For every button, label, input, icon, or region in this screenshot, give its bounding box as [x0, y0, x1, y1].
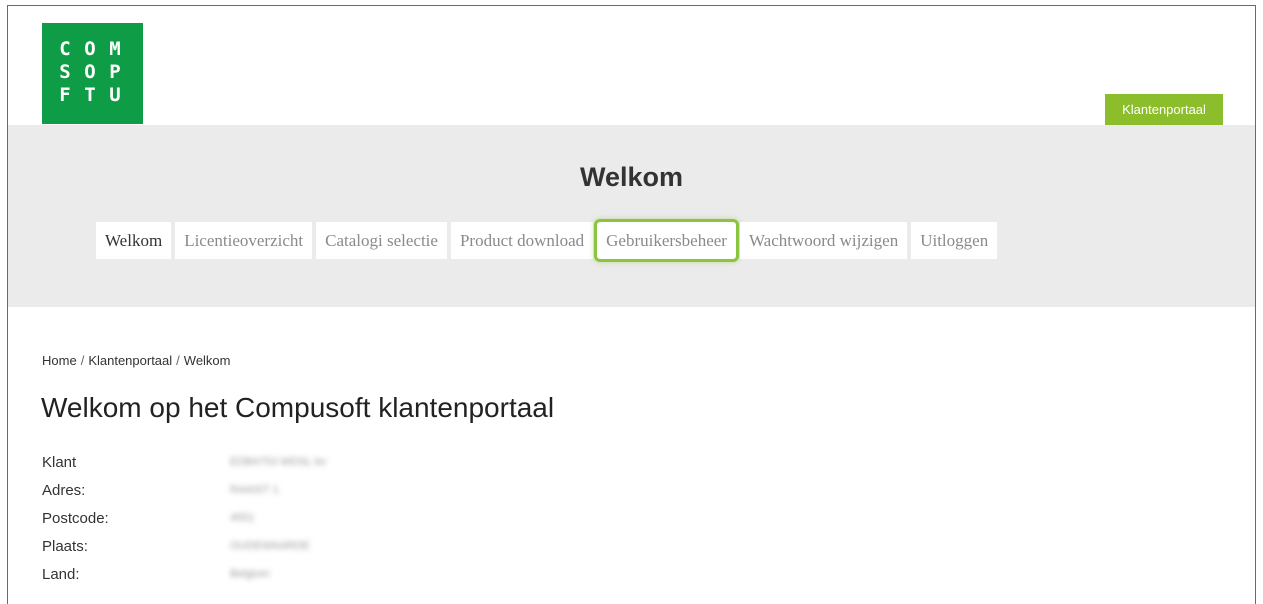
- field-label: Klant: [42, 453, 77, 471]
- info-row-adres: Adres: RAAIST 1: [42, 476, 326, 504]
- field-value-redacted: OUDEWAARDE: [230, 540, 310, 552]
- info-row-land: Land: Belgium: [42, 560, 326, 588]
- tab-uitloggen[interactable]: Uitloggen: [911, 222, 998, 259]
- field-value-redacted: EDB4753 WDSL bv: [230, 456, 327, 468]
- logo-letter: M: [109, 38, 121, 60]
- field-label: Plaats:: [42, 537, 88, 555]
- customer-info: Klant EDB4753 WDSL bv Adres: RAAIST 1 Po…: [42, 448, 326, 588]
- field-label: Land:: [42, 565, 80, 583]
- logo-letter: O: [84, 61, 96, 83]
- tab-licentieoverzicht[interactable]: Licentieoverzicht: [175, 222, 313, 259]
- breadcrumb-klantenportaal[interactable]: Klantenportaal: [88, 353, 172, 368]
- breadcrumb-separator: /: [176, 353, 180, 368]
- page-heading: Welkom: [579, 162, 684, 192]
- breadcrumb-home[interactable]: Home: [42, 353, 77, 368]
- logo-letter: P: [109, 61, 121, 83]
- field-label: Adres:: [42, 481, 86, 499]
- logo-letter: C: [59, 38, 71, 60]
- portal-nav: Welkom Licentieoverzicht Catalogi select…: [96, 222, 998, 259]
- logo-letter: S: [59, 61, 71, 83]
- logo-letter: O: [84, 38, 96, 60]
- field-value-redacted: RAAIST 1: [230, 484, 279, 496]
- tab-gebruikersbeheer[interactable]: Gebruikersbeheer: [597, 222, 736, 259]
- klantenportaal-button[interactable]: Klantenportaal: [1105, 94, 1223, 125]
- info-row-plaats: Plaats: OUDEWAARDE: [42, 532, 326, 560]
- tab-catalogi-selectie[interactable]: Catalogi selectie: [316, 222, 447, 259]
- field-value-redacted: 4551: [230, 512, 255, 524]
- info-row-postcode: Postcode: 4551: [42, 504, 326, 532]
- breadcrumb: Home / Klantenportaal / Welkom: [42, 353, 231, 368]
- logo-letter: U: [109, 84, 121, 106]
- field-label: Postcode:: [42, 509, 109, 527]
- tab-welkom[interactable]: Welkom: [96, 222, 172, 259]
- tab-product-download[interactable]: Product download: [450, 222, 594, 259]
- page-title: Welkom op het Compusoft klantenportaal: [41, 392, 555, 423]
- breadcrumb-current: Welkom: [183, 353, 231, 368]
- field-value-redacted: Belgium: [230, 568, 270, 580]
- compusoft-logo[interactable]: C O M S O P F T U: [42, 23, 143, 124]
- logo-letter: F: [59, 84, 71, 106]
- logo-letter: T: [84, 84, 96, 106]
- breadcrumb-separator: /: [80, 353, 85, 368]
- info-row-klant: Klant EDB4753 WDSL bv: [42, 448, 326, 476]
- header-band: [8, 125, 1255, 307]
- tab-wachtwoord-wijzigen[interactable]: Wachtwoord wijzigen: [739, 222, 908, 259]
